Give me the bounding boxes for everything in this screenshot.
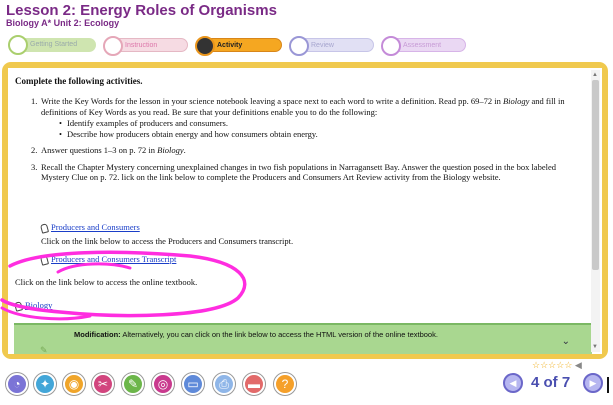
activity-content: Complete the following activities. 1. Wr…: [8, 68, 602, 354]
star-icon[interactable]: ☆: [540, 360, 548, 370]
drive-icon[interactable]: ▬: [243, 373, 265, 395]
content-scrollbar[interactable]: ▲ ▼: [591, 70, 600, 352]
course-unit-subtitle: Biology A* Unit 2: Ecology: [6, 18, 120, 28]
list-item: Identify examples of producers and consu…: [59, 118, 586, 129]
review-icon: [289, 36, 309, 56]
tab-assessment[interactable]: Assessment: [381, 36, 466, 56]
scrollbar-thumb[interactable]: [592, 80, 599, 270]
paperclip-icon: [13, 300, 24, 312]
assessment-icon: [381, 36, 401, 56]
modification-box: ✎ Modification: Alternatively, you can c…: [14, 323, 592, 354]
scroll-down-icon[interactable]: ▼: [592, 342, 598, 353]
producers-consumers-link[interactable]: Producers and Consumers: [51, 222, 140, 232]
printer-icon[interactable]: ⎙: [213, 373, 235, 395]
objectives-list: Identify examples of producers and consu…: [59, 118, 586, 139]
list-item: Describe how producers obtain energy and…: [59, 129, 586, 140]
previous-page-icon[interactable]: ◀: [503, 373, 523, 393]
resource-link-row: Producers and Consumers: [39, 222, 140, 234]
modification-body: Alternatively, you can click on the link…: [120, 330, 438, 339]
biology-textbook-link[interactable]: Biology: [25, 300, 52, 310]
book-title: Biology: [157, 145, 184, 155]
star-icon[interactable]: ☆: [532, 360, 540, 370]
item-text: Write the Key Words for the lesson in yo…: [41, 96, 503, 106]
tab-instruction[interactable]: Instruction: [103, 36, 188, 56]
lesson-page: Lesson 2: Energy Roles of Organisms Biol…: [0, 0, 613, 405]
tab-label: Activity: [217, 42, 243, 49]
paperclip-icon: [39, 254, 50, 266]
activity-list: 1. Write the Key Words for the lesson in…: [31, 96, 586, 189]
scroll-up-icon[interactable]: ▲: [592, 70, 598, 81]
rating-stars[interactable]: ☆☆☆☆☆ ◀: [532, 360, 582, 371]
tab-getting-started[interactable]: Getting Started: [8, 35, 96, 55]
item-text: Answer questions 1–3 on p. 72 in: [41, 145, 158, 155]
check-icon: [8, 35, 28, 55]
resource-link-row: Producers and Consumers Transcript: [39, 254, 176, 266]
activity-panel: Complete the following activities. 1. Wr…: [2, 62, 608, 359]
page-navigator: ◀ 4 of 7 ▶: [503, 373, 609, 395]
modification-label: Modification:: [74, 330, 121, 339]
book-title: Biology: [502, 96, 530, 106]
book-icon: [103, 36, 123, 56]
screen-icon[interactable]: ▭: [182, 373, 204, 395]
item-text: Recall the Chapter Mystery concerning un…: [41, 161, 556, 183]
tab-label: Assessment: [403, 42, 442, 49]
clock-icon[interactable]: ◔: [6, 373, 28, 395]
tab-label: Review: [311, 42, 334, 49]
tab-review[interactable]: Review: [289, 36, 374, 56]
pencil-icon: ✎: [40, 345, 48, 354]
next-page-icon[interactable]: ▶: [583, 373, 603, 393]
tab-activity[interactable]: Activity: [195, 36, 282, 56]
paperclip-icon: [39, 222, 50, 234]
target-icon[interactable]: ◎: [152, 373, 174, 395]
lesson-title: Lesson 2: Energy Roles of Organisms: [6, 2, 277, 19]
transcript-instruction: Click on the link below to access the Pr…: [41, 236, 294, 246]
textbook-instruction: Click on the link below to access the on…: [15, 277, 198, 287]
tab-label: Getting Started: [30, 41, 78, 48]
speaker-icon[interactable]: ◀: [575, 360, 582, 370]
ribbon-icon[interactable]: ✦: [34, 373, 56, 395]
item-text: .: [183, 145, 186, 155]
activity-icon: [195, 36, 215, 56]
tab-label: Instruction: [125, 42, 158, 49]
lesson-progress-nav: Getting Started Instruction Activity Rev…: [8, 35, 478, 56]
item-number: 2.: [31, 145, 38, 155]
modification-text: Modification: Alternatively, you can cli…: [74, 330, 534, 340]
cursor-bar: [607, 377, 609, 393]
chevron-down-icon[interactable]: ⌄: [562, 336, 570, 348]
item-number: 1.: [31, 96, 38, 106]
item-number: 3.: [31, 161, 38, 172]
page-indicator: 4 of 7: [531, 374, 571, 391]
resource-link-row: Biology: [13, 300, 52, 312]
list-item: 1. Write the Key Words for the lesson in…: [31, 96, 586, 139]
transcript-link[interactable]: Producers and Consumers Transcript: [51, 254, 176, 264]
globe-icon[interactable]: ◉: [63, 373, 85, 395]
star-icon[interactable]: ☆: [564, 360, 572, 370]
tools-icon[interactable]: ✂: [92, 373, 114, 395]
list-item: 3. Recall the Chapter Mystery concerning…: [31, 162, 586, 183]
notes-icon[interactable]: ✎: [122, 373, 144, 395]
list-item: 2. Answer questions 1–3 on p. 72 in Biol…: [31, 145, 586, 156]
help-icon[interactable]: ?: [274, 373, 296, 395]
activity-heading: Complete the following activities.: [15, 76, 143, 86]
